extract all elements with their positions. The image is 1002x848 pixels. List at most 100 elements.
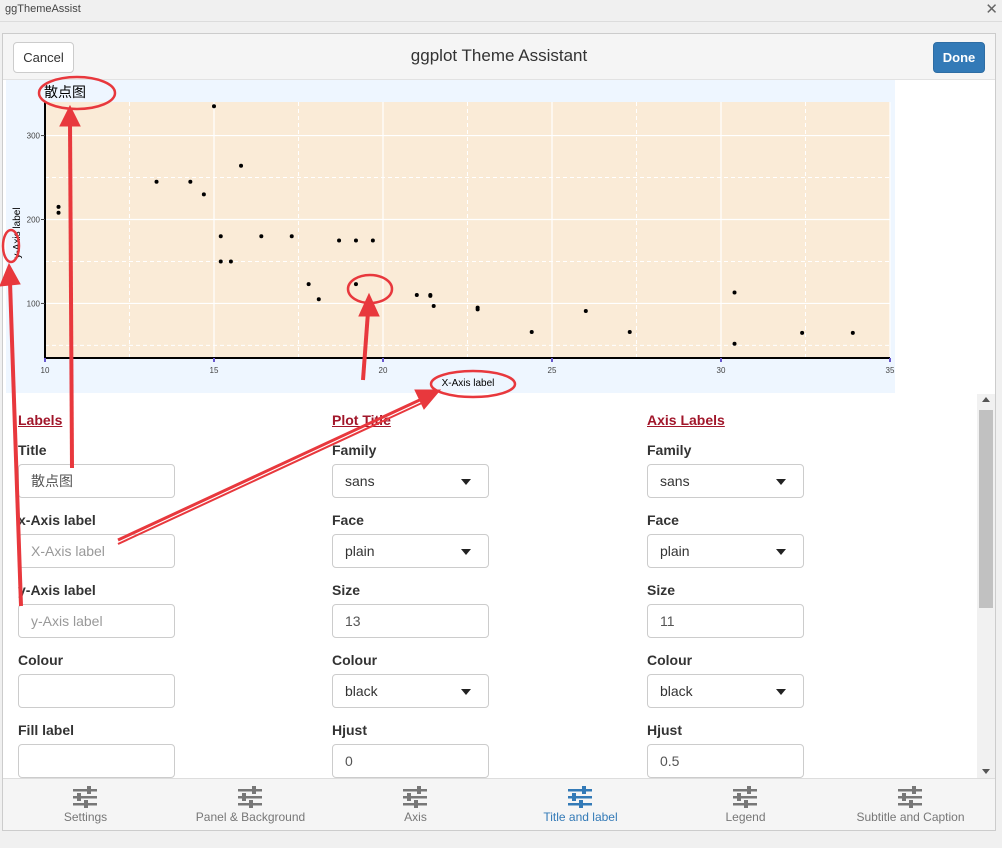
data-point bbox=[475, 307, 480, 312]
caret-down-icon bbox=[776, 549, 786, 555]
x-axis-label-field-label: x-Axis label bbox=[18, 512, 96, 528]
sliders-icon bbox=[898, 786, 922, 808]
data-point bbox=[732, 341, 737, 346]
axis-labels-hjust-label: Hjust bbox=[647, 722, 682, 738]
caret-down-icon bbox=[461, 549, 471, 555]
axis-labels-face-value: plain bbox=[660, 543, 690, 559]
gadget-titlebar: Cancel ggplot Theme Assistant Done bbox=[3, 34, 995, 80]
colour-input[interactable] bbox=[18, 674, 175, 708]
tab-legend[interactable]: Legend bbox=[663, 779, 828, 831]
x-tick-label: 20 bbox=[379, 366, 388, 375]
y-tick-label: 200 bbox=[27, 216, 41, 225]
axis-labels-size-input[interactable]: 11 bbox=[647, 604, 804, 638]
scroll-down-arrow-icon[interactable] bbox=[982, 769, 990, 774]
data-point bbox=[800, 330, 805, 335]
data-point bbox=[337, 238, 342, 243]
data-point bbox=[218, 234, 223, 239]
plot-title-family-value: sans bbox=[345, 473, 375, 489]
data-point bbox=[428, 293, 433, 298]
axis-labels-colour-value: black bbox=[660, 683, 693, 699]
tab-title-and-label-label: Title and label bbox=[543, 810, 618, 824]
data-point bbox=[56, 210, 61, 215]
plot-title-size-input[interactable]: 13 bbox=[332, 604, 489, 638]
y-axis-label-field-label: y-Axis label bbox=[18, 582, 96, 598]
plot-title-colour-value: black bbox=[345, 683, 378, 699]
data-point bbox=[259, 234, 264, 239]
tab-subtitle-and-caption-label: Subtitle and Caption bbox=[856, 810, 965, 824]
tab-panel-background-label: Panel & Background bbox=[195, 810, 306, 824]
data-point bbox=[627, 329, 632, 334]
axis-labels-family-value: sans bbox=[660, 473, 690, 489]
data-point bbox=[239, 163, 244, 168]
axis-labels-face-select[interactable]: plain bbox=[647, 534, 804, 568]
sliders-icon bbox=[73, 786, 97, 808]
plot-title-hjust-input[interactable]: 0 bbox=[332, 744, 489, 778]
title-field-label: Title bbox=[18, 442, 47, 458]
data-point bbox=[414, 293, 419, 298]
x-tick-label: 15 bbox=[210, 366, 219, 375]
plot-title-face-label: Face bbox=[332, 512, 364, 528]
sliders-icon bbox=[733, 786, 757, 808]
data-point bbox=[353, 238, 358, 243]
bottom-nav: Settings Panel & Background Axis Title a… bbox=[3, 778, 995, 830]
scrollbar-thumb[interactable] bbox=[979, 410, 993, 608]
plot-title-size-label: Size bbox=[332, 582, 361, 598]
labels-heading: Labels bbox=[18, 412, 63, 428]
form-area: Labels Title 散点图 x-Axis label X-Axis lab… bbox=[3, 394, 977, 778]
tab-subtitle-and-caption[interactable]: Subtitle and Caption bbox=[828, 779, 993, 831]
caret-down-icon bbox=[776, 479, 786, 485]
data-point bbox=[188, 179, 193, 184]
tab-panel-background[interactable]: Panel & Background bbox=[168, 779, 333, 831]
gadget-container: Cancel ggplot Theme Assistant Done 10 15 2… bbox=[2, 33, 996, 831]
axis-labels-size-label: Size bbox=[647, 582, 676, 598]
axis-labels-colour-select[interactable]: black bbox=[647, 674, 804, 708]
data-point bbox=[218, 259, 223, 264]
plot-title-face-value: plain bbox=[345, 543, 375, 559]
axis-labels-family-select[interactable]: sans bbox=[647, 464, 804, 498]
data-point bbox=[431, 303, 436, 308]
chart-title: 散点图 bbox=[44, 85, 86, 101]
done-button[interactable]: Done bbox=[933, 42, 985, 73]
data-point bbox=[732, 290, 737, 295]
data-point bbox=[289, 234, 294, 239]
fill-label-field-label: Fill label bbox=[18, 722, 75, 738]
x-tick-label: 30 bbox=[717, 366, 726, 375]
y-tick-label: 100 bbox=[27, 299, 41, 308]
axis-labels-face-label: Face bbox=[647, 512, 679, 528]
plot-title-colour-select[interactable]: black bbox=[332, 674, 489, 708]
window-title: ggThemeAssist bbox=[5, 3, 81, 15]
data-point bbox=[228, 259, 233, 264]
axis-labels-heading: Axis Labels bbox=[647, 412, 725, 428]
tab-title-and-label[interactable]: Title and label bbox=[498, 779, 663, 831]
data-point bbox=[316, 297, 321, 302]
data-point bbox=[583, 308, 588, 313]
x-axis-label-input[interactable]: X-Axis label bbox=[18, 534, 175, 568]
title-input[interactable]: 散点图 bbox=[18, 464, 175, 498]
y-tick-label: 300 bbox=[27, 132, 41, 141]
plot-title-family-select[interactable]: sans bbox=[332, 464, 489, 498]
data-point bbox=[353, 282, 358, 287]
plot-title-family-label: Family bbox=[332, 442, 377, 458]
close-icon[interactable]: ✕ bbox=[985, 0, 998, 18]
plot-title-hjust-label: Hjust bbox=[332, 722, 367, 738]
form-scrollbar[interactable] bbox=[977, 394, 995, 778]
x-axis-title: X-Axis label bbox=[442, 378, 495, 389]
plot-preview: 10 15 20 25 30 35 100 200 300 散点图 X-Axis label y-Ax… bbox=[6, 80, 895, 393]
axis-labels-colour-label: Colour bbox=[647, 652, 693, 668]
data-point bbox=[154, 179, 159, 184]
data-point bbox=[370, 238, 375, 243]
axis-labels-family-label: Family bbox=[647, 442, 692, 458]
tab-axis[interactable]: Axis bbox=[333, 779, 498, 831]
plot-title-face-select[interactable]: plain bbox=[332, 534, 489, 568]
tab-settings[interactable]: Settings bbox=[3, 779, 168, 831]
data-point bbox=[529, 329, 534, 334]
caret-down-icon bbox=[461, 689, 471, 695]
scroll-up-arrow-icon[interactable] bbox=[982, 397, 990, 402]
tab-settings-label: Settings bbox=[63, 810, 108, 824]
data-point bbox=[201, 192, 206, 197]
x-tick-label: 25 bbox=[548, 366, 557, 375]
axis-labels-hjust-input[interactable]: 0.5 bbox=[647, 744, 804, 778]
y-axis-label-input[interactable]: y-Axis label bbox=[18, 604, 175, 638]
fill-label-input[interactable] bbox=[18, 744, 175, 778]
caret-down-icon bbox=[776, 689, 786, 695]
